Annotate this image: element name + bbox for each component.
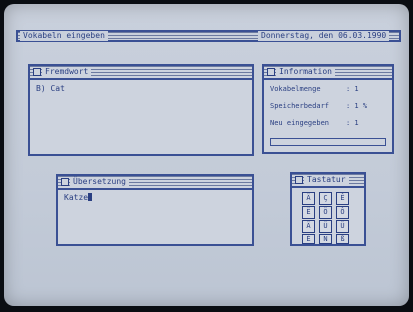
- info-value: : 1 %: [346, 102, 368, 110]
- fremdwort-window[interactable]: Fremdwort B) Cat: [28, 64, 254, 156]
- key-button[interactable]: Ä: [302, 220, 315, 233]
- info-value: : 1: [346, 85, 359, 93]
- close-icon[interactable]: [267, 68, 275, 76]
- information-window[interactable]: Information Vokabelmenge : 1 Speicherbed…: [262, 64, 394, 154]
- tastatur-title: Tastatur: [304, 175, 349, 185]
- date-display: Donnerstag, den 06.03.1990: [258, 31, 390, 41]
- key-button[interactable]: Ü: [336, 220, 349, 233]
- uebersetzung-value: Katze: [64, 193, 89, 202]
- uebersetzung-input[interactable]: Katze: [64, 193, 93, 202]
- key-button[interactable]: Ñ: [319, 234, 332, 244]
- key-button[interactable]: Ç: [319, 192, 332, 205]
- fremdwort-title: Fremdwort: [42, 67, 92, 77]
- key-button[interactable]: Ä: [302, 192, 315, 205]
- info-label: Neu eingegeben: [270, 119, 330, 127]
- progress-bar: [270, 138, 386, 146]
- info-value: : 1: [346, 119, 359, 127]
- key-button[interactable]: Ë: [302, 206, 315, 219]
- close-icon[interactable]: [295, 176, 303, 184]
- key-button[interactable]: Ê: [336, 192, 349, 205]
- app-title: Vokabeln eingeben: [20, 31, 108, 41]
- key-button[interactable]: É: [302, 234, 315, 244]
- key-button[interactable]: Ö: [319, 206, 332, 219]
- info-label: Vokabelmenge: [270, 85, 321, 93]
- key-button[interactable]: ß: [336, 234, 349, 244]
- fremdwort-input[interactable]: B) Cat: [36, 84, 65, 93]
- close-icon[interactable]: [61, 178, 69, 186]
- desktop: Vokabeln eingeben Donnerstag, den 06.03.…: [4, 4, 409, 306]
- close-icon[interactable]: [33, 68, 41, 76]
- text-cursor: [88, 193, 93, 201]
- uebersetzung-title: Übersetzung: [70, 177, 129, 187]
- tastatur-window[interactable]: Tastatur Ä Ç Ê Ë Ö Ô Ä Ü Ü É Ñ ß: [290, 172, 366, 246]
- info-label: Speicherbedarf: [270, 102, 330, 110]
- information-title: Information: [276, 67, 335, 77]
- key-button[interactable]: Ô: [336, 206, 349, 219]
- uebersetzung-window[interactable]: Übersetzung Katze: [56, 174, 254, 246]
- key-button[interactable]: Ü: [319, 220, 332, 233]
